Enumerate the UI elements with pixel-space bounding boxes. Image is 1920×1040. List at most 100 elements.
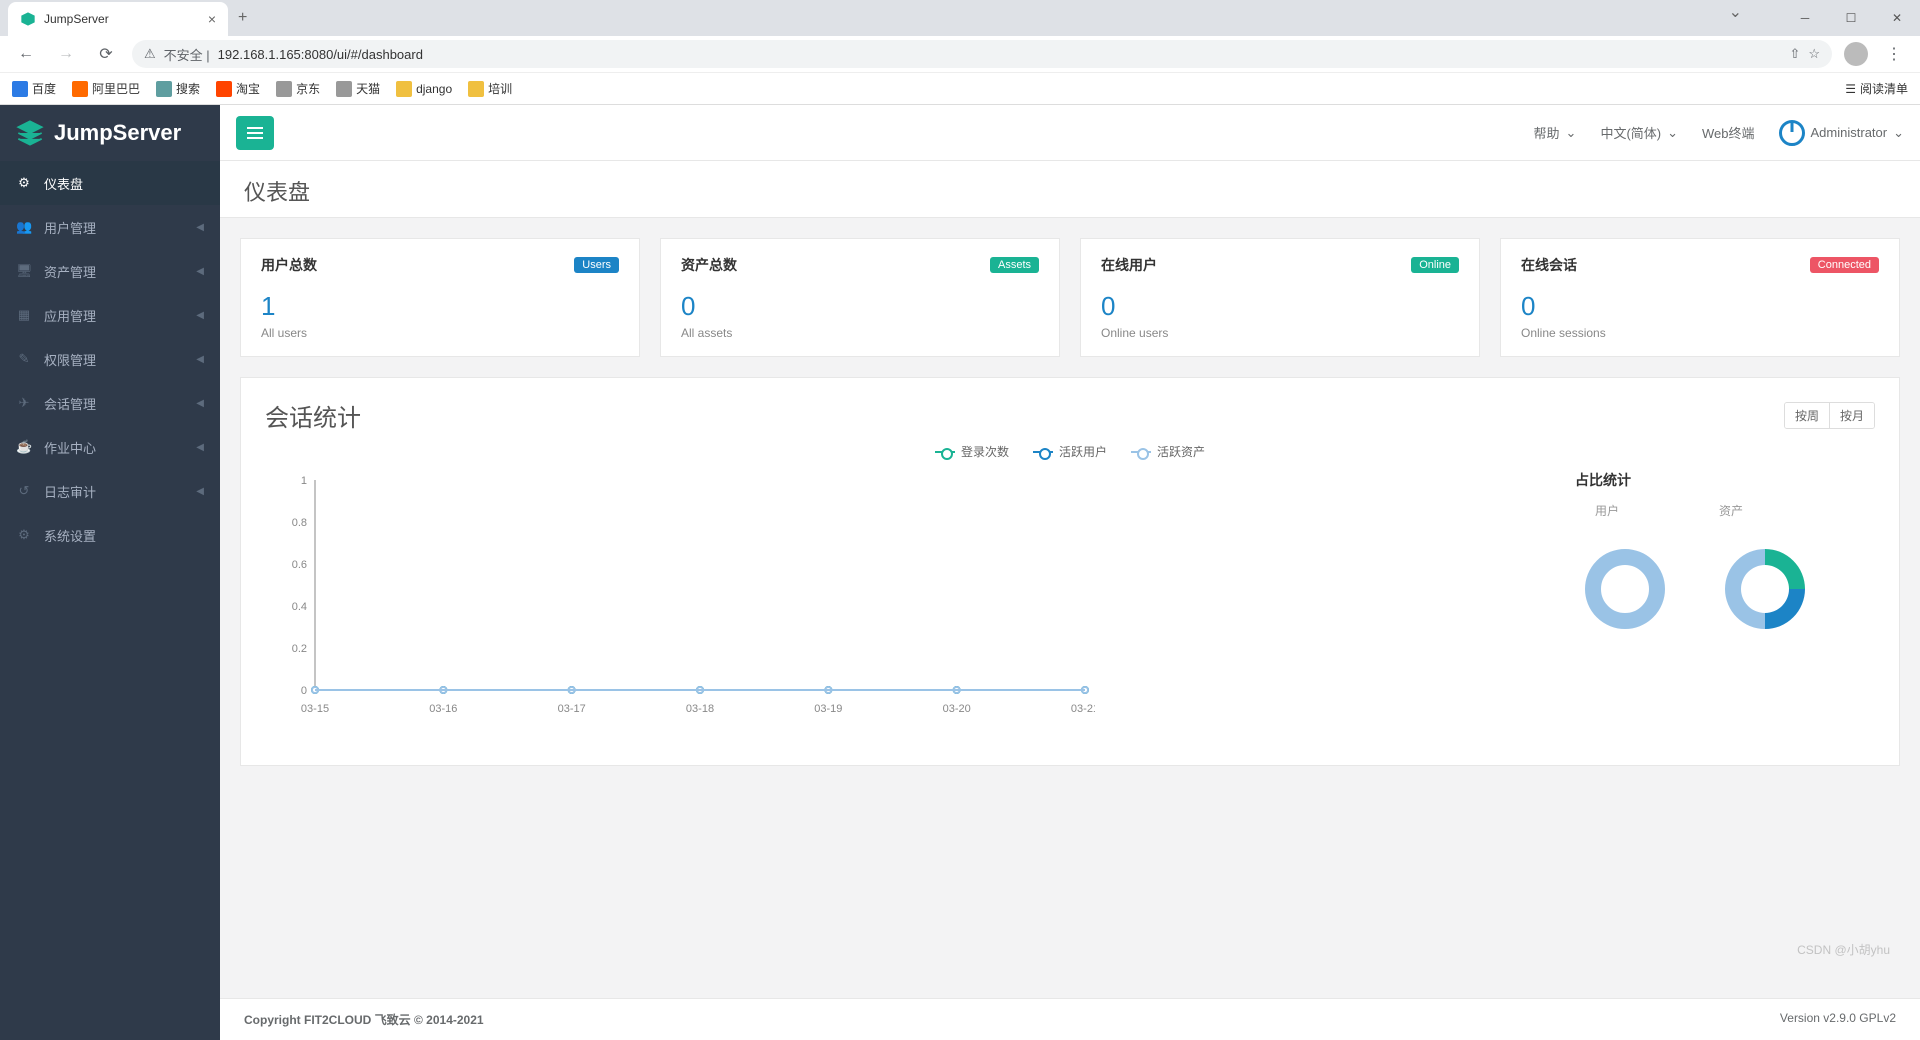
brand-text: JumpServer [54, 120, 181, 146]
svg-text:03-17: 03-17 [558, 703, 586, 715]
stat-card: 资产总数Assets0All assets [660, 238, 1060, 357]
bookmark-item[interactable]: 搜索 [156, 80, 200, 97]
stat-subtitle: Online users [1101, 326, 1459, 340]
hamburger-icon [247, 127, 263, 139]
nav-label: 作业中心 [44, 438, 96, 457]
sidebar-item-4[interactable]: ✎ 权限管理 ◀ [0, 337, 220, 381]
sidebar-item-5[interactable]: ✈会话管理◀ [0, 381, 220, 425]
stat-title: 在线用户 [1101, 255, 1157, 275]
logo-icon [16, 119, 44, 147]
bookmark-label: 淘宝 [236, 80, 260, 97]
bookmark-label: 天猫 [356, 80, 380, 97]
chevron-down-icon: ⌄ [1893, 125, 1904, 141]
stat-title: 资产总数 [681, 255, 737, 275]
legend-label: 登录次数 [961, 443, 1009, 460]
stat-card: 在线会话Connected0Online sessions [1500, 238, 1900, 357]
forward-button[interactable]: → [52, 45, 80, 63]
topbar: 帮助⌄ 中文(简体)⌄ Web终端 Administrator ⌄ [220, 105, 1920, 161]
back-button[interactable]: ← [12, 45, 40, 63]
browser-tab[interactable]: JumpServer × [8, 2, 228, 36]
chart-title: 会话统计 [265, 398, 361, 433]
svg-text:0: 0 [301, 685, 307, 697]
bookmark-label: 阿里巴巴 [92, 80, 140, 97]
tab-dropdown-icon[interactable]: ⌄ [1729, 2, 1742, 34]
profile-icon[interactable] [1844, 42, 1868, 66]
by-week-button[interactable]: 按周 [1785, 403, 1830, 428]
logo[interactable]: JumpServer [0, 105, 220, 161]
stat-subtitle: All users [261, 326, 619, 340]
reload-button[interactable]: ⟳ [92, 44, 120, 64]
version: Version v2.9.0 GPLv2 [1780, 1011, 1896, 1028]
bookmark-item[interactable]: 天猫 [336, 80, 380, 97]
url-text: 192.168.1.165:8080/ui/#/dashboard [218, 47, 423, 62]
donut-section: 占比统计 用户 资产 [1575, 470, 1875, 725]
sidebar-item-0[interactable]: ⚙仪表盘 [0, 161, 220, 205]
bookmark-icon [468, 81, 484, 97]
bookmark-item[interactable]: 阿里巴巴 [72, 80, 140, 97]
legend-item[interactable]: 登录次数 [935, 443, 1009, 460]
bookmark-item[interactable]: django [396, 80, 452, 97]
nav-label: 权限管理 [44, 350, 96, 369]
copyright: Copyright FIT2CLOUD 飞致云 © 2014-2021 [244, 1011, 484, 1028]
sidebar-item-8[interactable]: ⚙系统设置 [0, 513, 220, 557]
help-menu[interactable]: 帮助⌄ [1534, 123, 1577, 142]
stat-value: 0 [1521, 291, 1879, 322]
chevron-left-icon: ◀ [196, 354, 204, 365]
nav-icon: ☕ [16, 439, 32, 455]
svg-text:03-21: 03-21 [1071, 703, 1095, 715]
svg-text:1: 1 [301, 475, 307, 487]
bookmark-label: 培训 [488, 80, 512, 97]
toggle-sidebar-button[interactable] [236, 116, 274, 150]
menu-icon[interactable]: ⋮ [1880, 44, 1908, 64]
nav-label: 日志审计 [44, 482, 96, 501]
share-icon[interactable]: ⇧ [1789, 46, 1800, 62]
legend-marker [1033, 447, 1053, 457]
stat-value: 1 [261, 291, 619, 322]
legend-label: 活跃资产 [1157, 443, 1205, 460]
stat-badge: Online [1411, 257, 1459, 273]
donut-title: 占比统计 [1575, 470, 1875, 490]
legend-marker [1131, 447, 1151, 457]
by-month-button[interactable]: 按月 [1830, 403, 1874, 428]
bookmark-item[interactable]: 京东 [276, 80, 320, 97]
page-title: 仪表盘 [220, 161, 1920, 218]
minimize-button[interactable]: ─ [1782, 2, 1828, 34]
svg-text:03-19: 03-19 [814, 703, 842, 715]
tab-bar: JumpServer × + ⌄ ─ ☐ ✕ [0, 0, 1920, 36]
sidebar-item-7[interactable]: ↺日志审计◀ [0, 469, 220, 513]
footer: Copyright FIT2CLOUD 飞致云 © 2014-2021 Vers… [220, 998, 1920, 1040]
legend-item[interactable]: 活跃资产 [1131, 443, 1205, 460]
maximize-button[interactable]: ☐ [1828, 2, 1874, 34]
nav-icon: ↺ [16, 483, 32, 499]
bookmark-item[interactable]: 淘宝 [216, 80, 260, 97]
bookmark-bar: 百度 阿里巴巴搜索 淘宝 京东 天猫 django 培训 ☰ 阅读清单 [0, 72, 1920, 104]
donut-row [1575, 539, 1875, 644]
web-terminal-link[interactable]: Web终端 [1702, 123, 1755, 142]
close-window-button[interactable]: ✕ [1874, 2, 1920, 34]
sidebar-item-6[interactable]: ☕作业中心◀ [0, 425, 220, 469]
svg-text:03-15: 03-15 [301, 703, 329, 715]
bookmark-icon [216, 81, 232, 97]
sidebar-item-3[interactable]: ▦应用管理◀ [0, 293, 220, 337]
stat-subtitle: All assets [681, 326, 1039, 340]
legend-item[interactable]: 活跃用户 [1033, 443, 1107, 460]
bookmark-item[interactable]: 百度 [12, 80, 56, 97]
reading-list-button[interactable]: ☰ 阅读清单 [1845, 80, 1908, 97]
svg-text:03-20: 03-20 [943, 703, 971, 715]
close-icon[interactable]: × [208, 11, 216, 27]
bookmark-item[interactable]: 培训 [468, 80, 512, 97]
nav-icon: ⚙ [16, 527, 32, 543]
nav-icon: ✎ [16, 351, 32, 367]
user-menu[interactable]: Administrator ⌄ [1779, 120, 1904, 146]
star-icon[interactable]: ☆ [1808, 46, 1820, 62]
tab-title: JumpServer [44, 12, 200, 26]
lang-menu[interactable]: 中文(简体)⌄ [1600, 123, 1678, 142]
bookmark-icon [72, 81, 88, 97]
sidebar-item-1[interactable]: 👥用户管理◀ [0, 205, 220, 249]
new-tab-button[interactable]: + [238, 9, 247, 27]
bookmark-label: 京东 [296, 80, 320, 97]
url-input[interactable]: ⚠ 不安全 | 192.168.1.165:8080/ui/#/dashboar… [132, 40, 1832, 68]
sidebar-item-2[interactable]: 🖥资产管理◀ [0, 249, 220, 293]
legend-label: 活跃用户 [1059, 443, 1107, 460]
topbar-right: 帮助⌄ 中文(简体)⌄ Web终端 Administrator ⌄ [1534, 120, 1904, 146]
